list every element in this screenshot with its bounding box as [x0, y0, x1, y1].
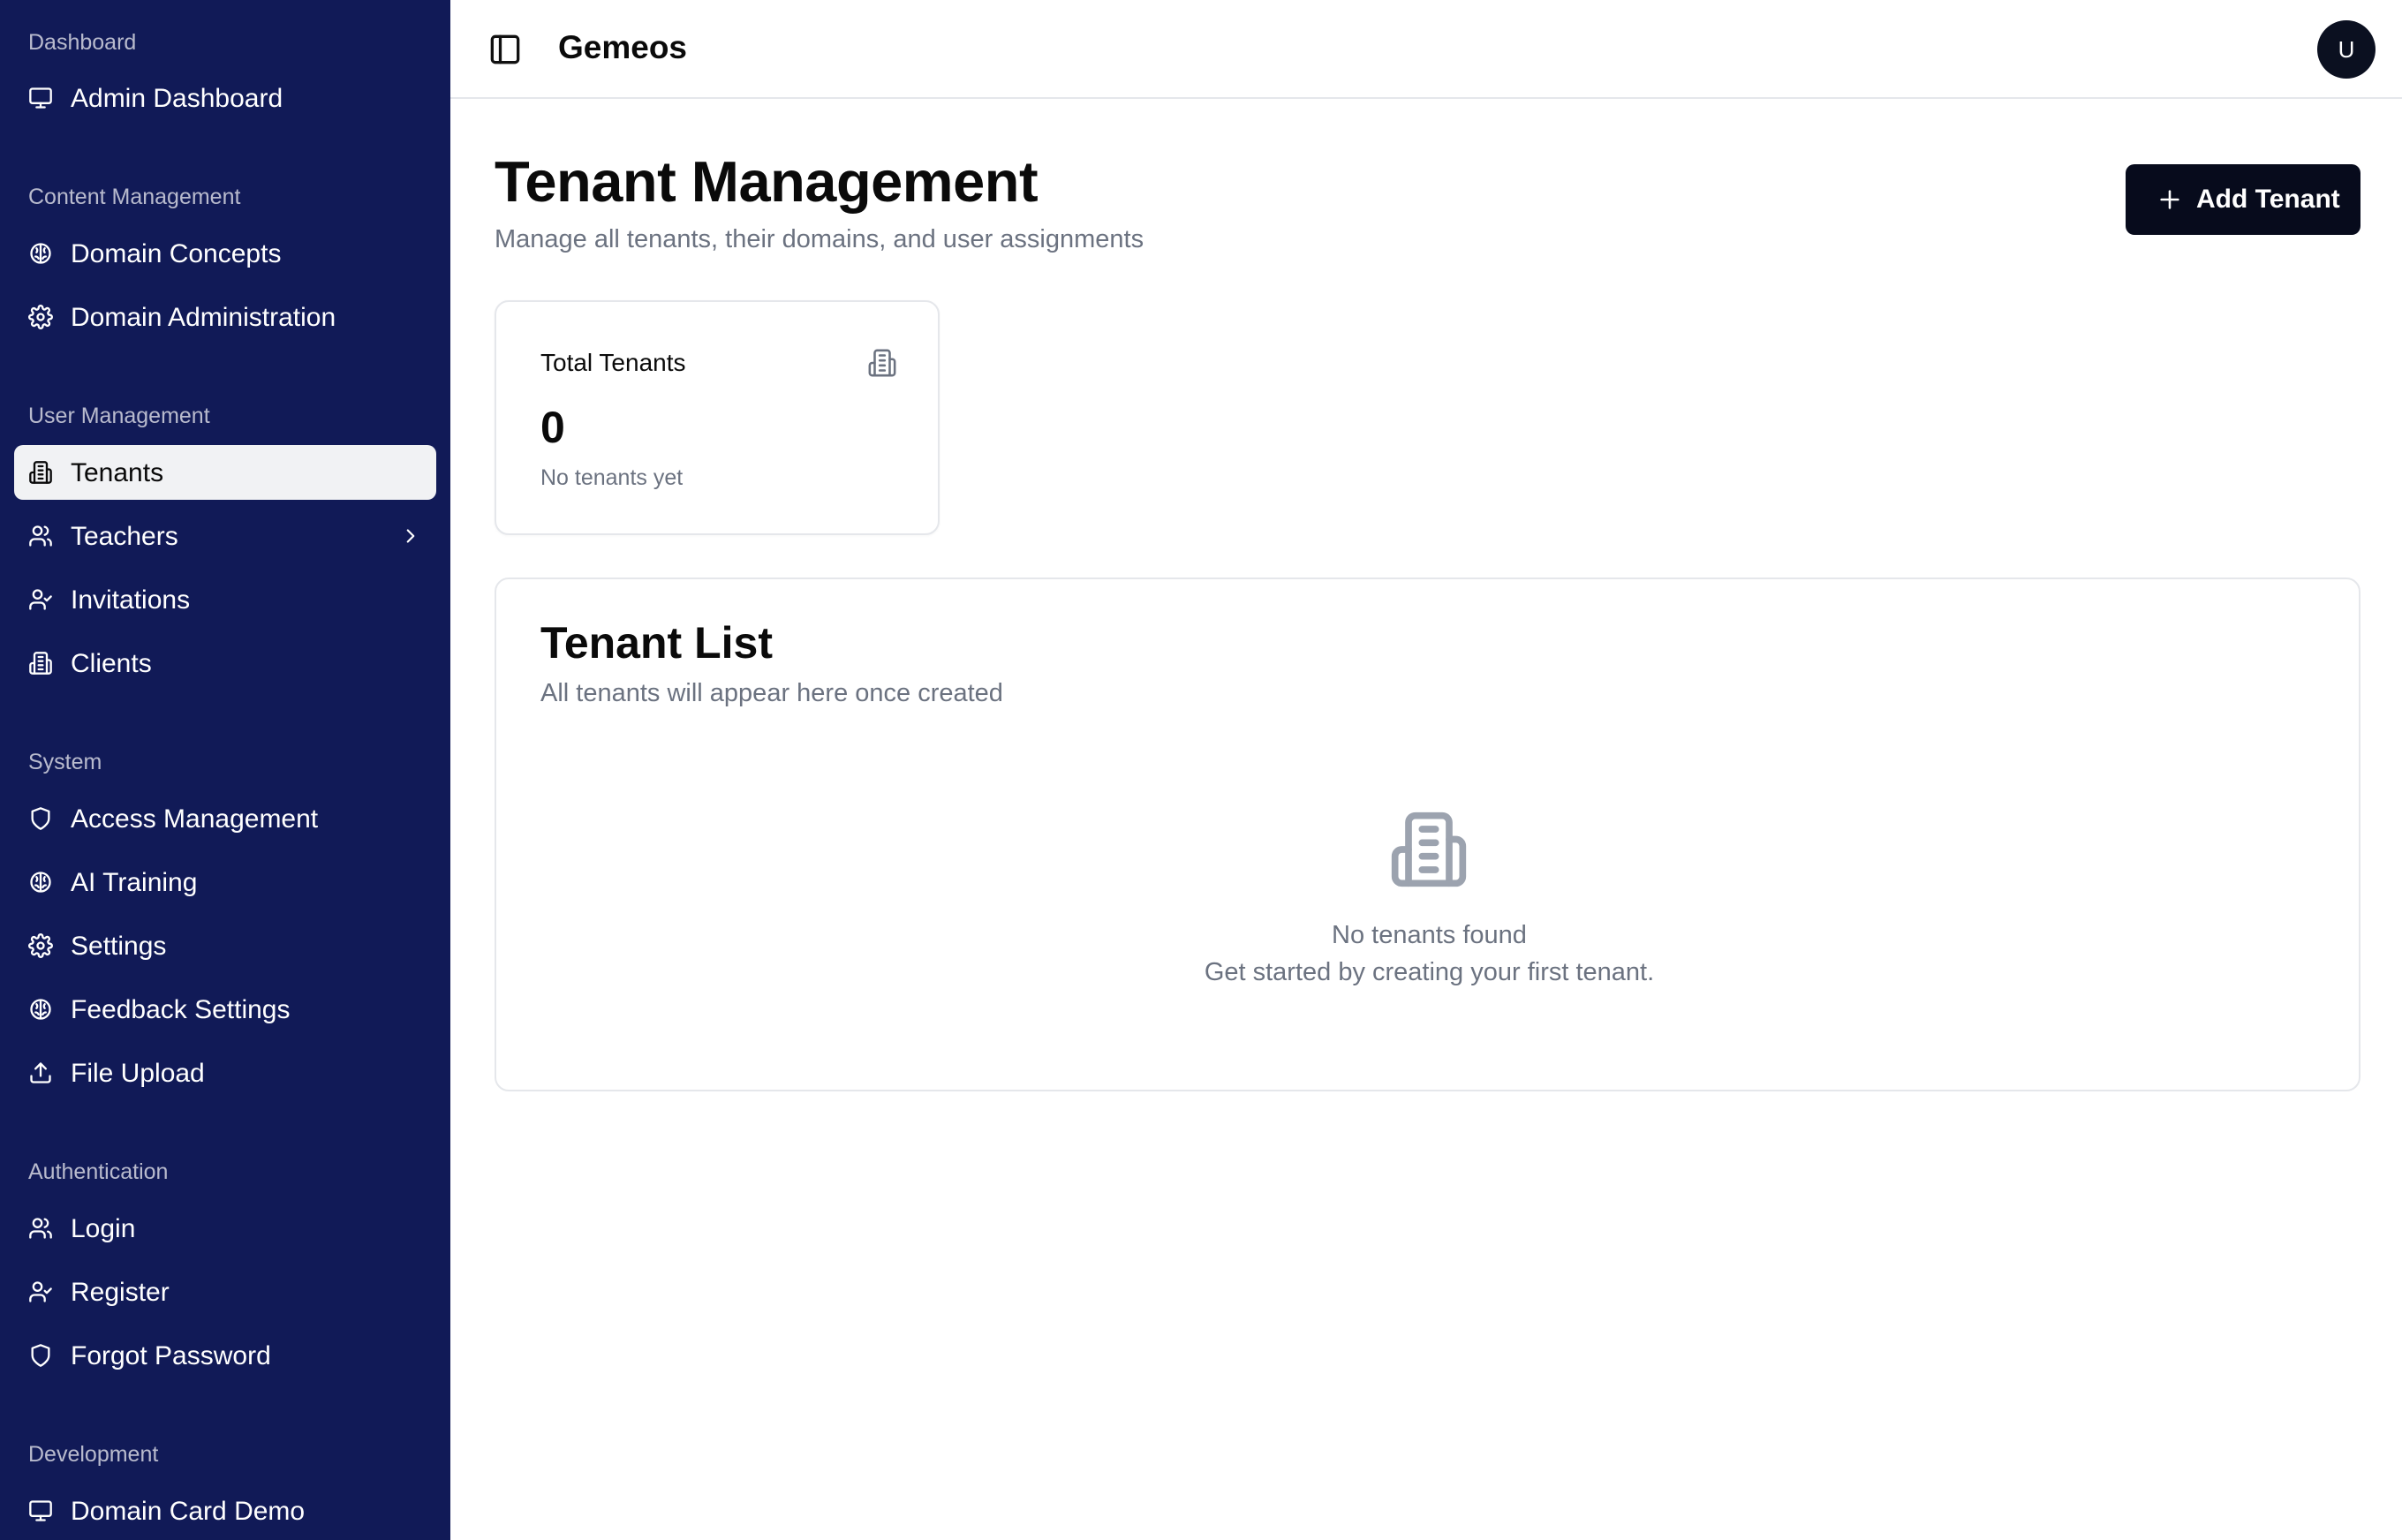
sidebar-item-teachers[interactable]: Teachers	[14, 509, 436, 563]
total-tenants-card: Total Tenants 0 No tenants yet	[495, 300, 940, 535]
shield-icon	[28, 1343, 53, 1368]
sidebar-group-content-management: Content Management	[28, 185, 241, 209]
building-icon	[867, 348, 897, 378]
brain-icon	[28, 241, 53, 266]
tenant-list-title: Tenant List	[540, 618, 773, 668]
sidebar-item-clients[interactable]: Clients	[14, 636, 436, 691]
sidebar-item-label: Admin Dashboard	[71, 84, 283, 113]
building-icon	[28, 460, 53, 485]
user-check-icon	[28, 587, 53, 612]
sidebar-group-authentication: Authentication	[28, 1159, 169, 1184]
plus-icon	[2157, 187, 2182, 212]
building-icon	[28, 651, 53, 676]
empty-state-title: No tenants found	[1332, 921, 1527, 949]
tenant-list-card: Tenant List All tenants will appear here…	[495, 578, 2360, 1091]
sidebar-item-label: Domain Administration	[71, 303, 336, 332]
sidebar-item-domain-administration[interactable]: Domain Administration	[14, 290, 436, 344]
gear-icon	[28, 933, 53, 958]
shield-icon	[28, 806, 53, 831]
stat-title: Total Tenants	[540, 349, 686, 376]
brain-icon	[28, 997, 53, 1022]
monitor-icon	[28, 86, 53, 110]
sidebar-item-domain-concepts[interactable]: Domain Concepts	[14, 226, 436, 281]
sidebar-group-user-management: User Management	[28, 404, 210, 428]
sidebar-item-access-management[interactable]: Access Management	[14, 791, 436, 846]
sidebar: Dashboard Admin Dashboard Content Manage…	[0, 0, 450, 1540]
sidebar-item-label: Tenants	[71, 458, 164, 487]
sidebar-group-development: Development	[28, 1442, 159, 1467]
empty-state-description: Get started by creating your first tenan…	[1204, 958, 1655, 986]
sidebar-toggle-button[interactable]	[486, 30, 525, 69]
sidebar-item-label: Login	[71, 1214, 136, 1243]
sidebar-item-forgot-password[interactable]: Forgot Password	[14, 1328, 436, 1383]
users-icon	[28, 1216, 53, 1241]
page-title: Tenant Management	[495, 149, 1039, 214]
sidebar-item-label: Invitations	[71, 585, 191, 615]
sidebar-item-label: Forgot Password	[71, 1341, 271, 1370]
panel-left-icon	[490, 34, 520, 64]
sidebar-item-domain-card-demo[interactable]: Domain Card Demo	[14, 1483, 436, 1538]
sidebar-item-label: Feedback Settings	[71, 995, 291, 1024]
users-icon	[28, 524, 53, 548]
sidebar-item-admin-dashboard[interactable]: Admin Dashboard	[14, 71, 436, 125]
sidebar-item-invitations[interactable]: Invitations	[14, 572, 436, 627]
sidebar-item-label: Clients	[71, 649, 152, 678]
sidebar-item-settings[interactable]: Settings	[14, 918, 436, 973]
stat-note: No tenants yet	[540, 465, 684, 490]
top-header: Gemeos U	[450, 0, 2402, 99]
sidebar-item-label: Domain Concepts	[71, 239, 282, 268]
sidebar-group-system: System	[28, 750, 102, 774]
sidebar-item-label: Register	[71, 1278, 170, 1307]
user-avatar[interactable]: U	[2317, 20, 2376, 79]
user-check-icon	[28, 1280, 53, 1304]
sidebar-item-feedback-settings[interactable]: Feedback Settings	[14, 982, 436, 1037]
upload-icon	[28, 1061, 53, 1085]
add-tenant-label: Add Tenant	[2196, 185, 2340, 214]
add-tenant-button[interactable]: Add Tenant	[2126, 164, 2360, 235]
chevron-right-icon[interactable]	[399, 525, 422, 547]
sidebar-item-file-upload[interactable]: File Upload	[14, 1046, 436, 1100]
page-subtitle: Manage all tenants, their domains, and u…	[495, 225, 1144, 253]
stat-value: 0	[540, 403, 565, 452]
sidebar-item-login[interactable]: Login	[14, 1201, 436, 1256]
sidebar-group-dashboard: Dashboard	[28, 30, 137, 55]
sidebar-item-tenants[interactable]: Tenants	[14, 445, 436, 500]
tenant-list-subtitle: All tenants will appear here once create…	[540, 679, 1003, 707]
gear-icon	[28, 305, 53, 329]
sidebar-item-label: Settings	[71, 932, 167, 961]
app-brand: Gemeos	[558, 29, 688, 65]
sidebar-item-label: AI Training	[71, 868, 198, 897]
sidebar-item-ai-training[interactable]: AI Training	[14, 855, 436, 910]
monitor-icon	[28, 1498, 53, 1523]
building-icon	[1388, 809, 1469, 890]
brain-icon	[28, 870, 53, 895]
sidebar-item-label: File Upload	[71, 1059, 205, 1088]
sidebar-item-label: Access Management	[71, 804, 319, 834]
sidebar-item-label: Teachers	[71, 522, 178, 551]
sidebar-item-label: Domain Card Demo	[71, 1497, 306, 1526]
sidebar-item-register[interactable]: Register	[14, 1264, 436, 1319]
